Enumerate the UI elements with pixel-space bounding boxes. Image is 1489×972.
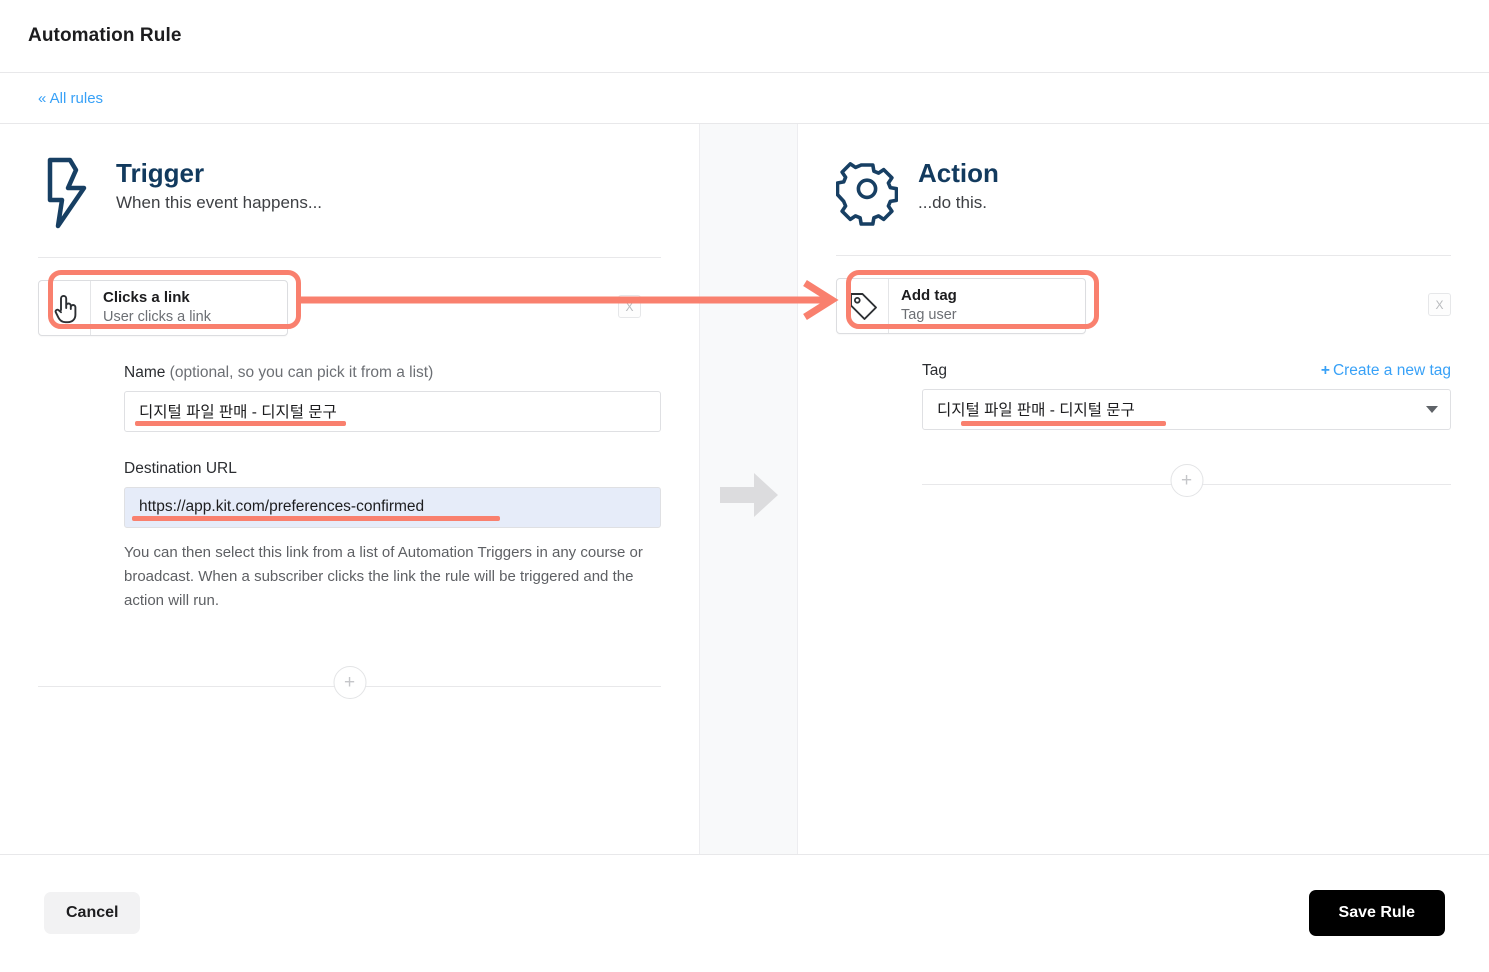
trigger-pane: Trigger When this event happens... Click… xyxy=(0,124,699,854)
trigger-name-label-text: Name xyxy=(124,363,166,381)
page-title: Automation Rule xyxy=(28,25,182,46)
trigger-delete-button[interactable]: X xyxy=(618,295,641,318)
action-step-subtitle: Tag user xyxy=(901,307,957,324)
action-title: Action xyxy=(918,158,999,188)
trigger-name-label: Name (optional, so you can pick it from … xyxy=(124,364,661,382)
cancel-button[interactable]: Cancel xyxy=(44,892,141,934)
trigger-title: Trigger xyxy=(116,158,205,188)
action-section-titles: Action ...do this. xyxy=(918,154,999,213)
action-step-text: Add tag Tag user xyxy=(889,279,969,333)
action-subtitle: ...do this. xyxy=(918,192,987,212)
tag-select[interactable]: 디지털 파일 판매 - 디지털 문구 xyxy=(922,388,1451,430)
action-delete-button[interactable]: X xyxy=(1428,293,1451,316)
trigger-name-label-optional: (optional, so you can pick it from a lis… xyxy=(165,363,434,381)
all-rules-link[interactable]: « All rules xyxy=(38,90,103,107)
trigger-step-text: Clicks a link User clicks a link xyxy=(91,281,223,335)
tag-icon xyxy=(837,279,889,333)
trigger-step-row: Clicks a link User clicks a link X xyxy=(38,280,661,336)
trigger-name-input[interactable] xyxy=(124,390,661,432)
gear-icon xyxy=(835,154,899,233)
create-new-tag-link[interactable]: + Create a new tag xyxy=(1321,362,1451,380)
trigger-step-title: Clicks a link xyxy=(103,289,190,306)
action-step-title: Add tag xyxy=(901,287,957,304)
trigger-url-label: Destination URL xyxy=(124,459,237,477)
create-new-tag-label: Create a new tag xyxy=(1332,361,1451,379)
app-header: Automation Rule xyxy=(0,0,1489,73)
trigger-section-titles: Trigger When this event happens... xyxy=(116,154,322,213)
lightning-bolt-icon xyxy=(38,154,96,235)
tag-select-wrap: 디지털 파일 판매 - 디지털 문구 xyxy=(922,388,1451,430)
breadcrumb: « All rules xyxy=(0,73,1489,124)
footer-bar: Cancel Save Rule xyxy=(0,855,1489,971)
trigger-add-step-button[interactable]: + xyxy=(333,665,366,699)
action-add-step-button[interactable]: + xyxy=(1170,463,1203,497)
trigger-delete-wrap: X xyxy=(618,280,641,318)
trigger-subtitle: When this event happens... xyxy=(116,192,323,212)
action-pane: Action ...do this. Add tag Tag user X Ta… xyxy=(798,124,1489,854)
pointing-hand-icon xyxy=(39,281,91,335)
trigger-step-subtitle: User clicks a link xyxy=(103,309,211,326)
tag-field-header: Tag + Create a new tag xyxy=(922,362,1451,389)
trigger-step-card[interactable]: Clicks a link User clicks a link xyxy=(38,280,288,336)
destination-url-input[interactable] xyxy=(124,486,661,528)
trigger-add-step-divider: + xyxy=(38,665,661,706)
tag-label: Tag xyxy=(922,361,947,379)
trigger-help-text: You can then select this link from a lis… xyxy=(124,543,643,610)
plus-icon: + xyxy=(1320,361,1330,379)
action-section-header: Action ...do this. xyxy=(835,144,1451,256)
action-add-step-divider: + xyxy=(922,463,1451,504)
action-delete-wrap: X xyxy=(1428,278,1451,316)
rule-panel: Trigger When this event happens... Click… xyxy=(0,124,1489,855)
trigger-url-field-block: Destination URL You can then select this… xyxy=(38,460,661,614)
trigger-name-field-block: Name (optional, so you can pick it from … xyxy=(38,364,661,432)
center-divider xyxy=(699,124,798,854)
arrow-right-icon xyxy=(716,469,782,526)
save-rule-button[interactable]: Save Rule xyxy=(1308,890,1445,936)
trigger-section-header: Trigger When this event happens... xyxy=(38,144,661,258)
action-step-row: Add tag Tag user X xyxy=(836,278,1451,334)
action-step-card[interactable]: Add tag Tag user xyxy=(836,278,1086,334)
action-tag-field-block: Tag + Create a new tag 디지털 파일 판매 - 디지털 문구 xyxy=(836,362,1451,430)
